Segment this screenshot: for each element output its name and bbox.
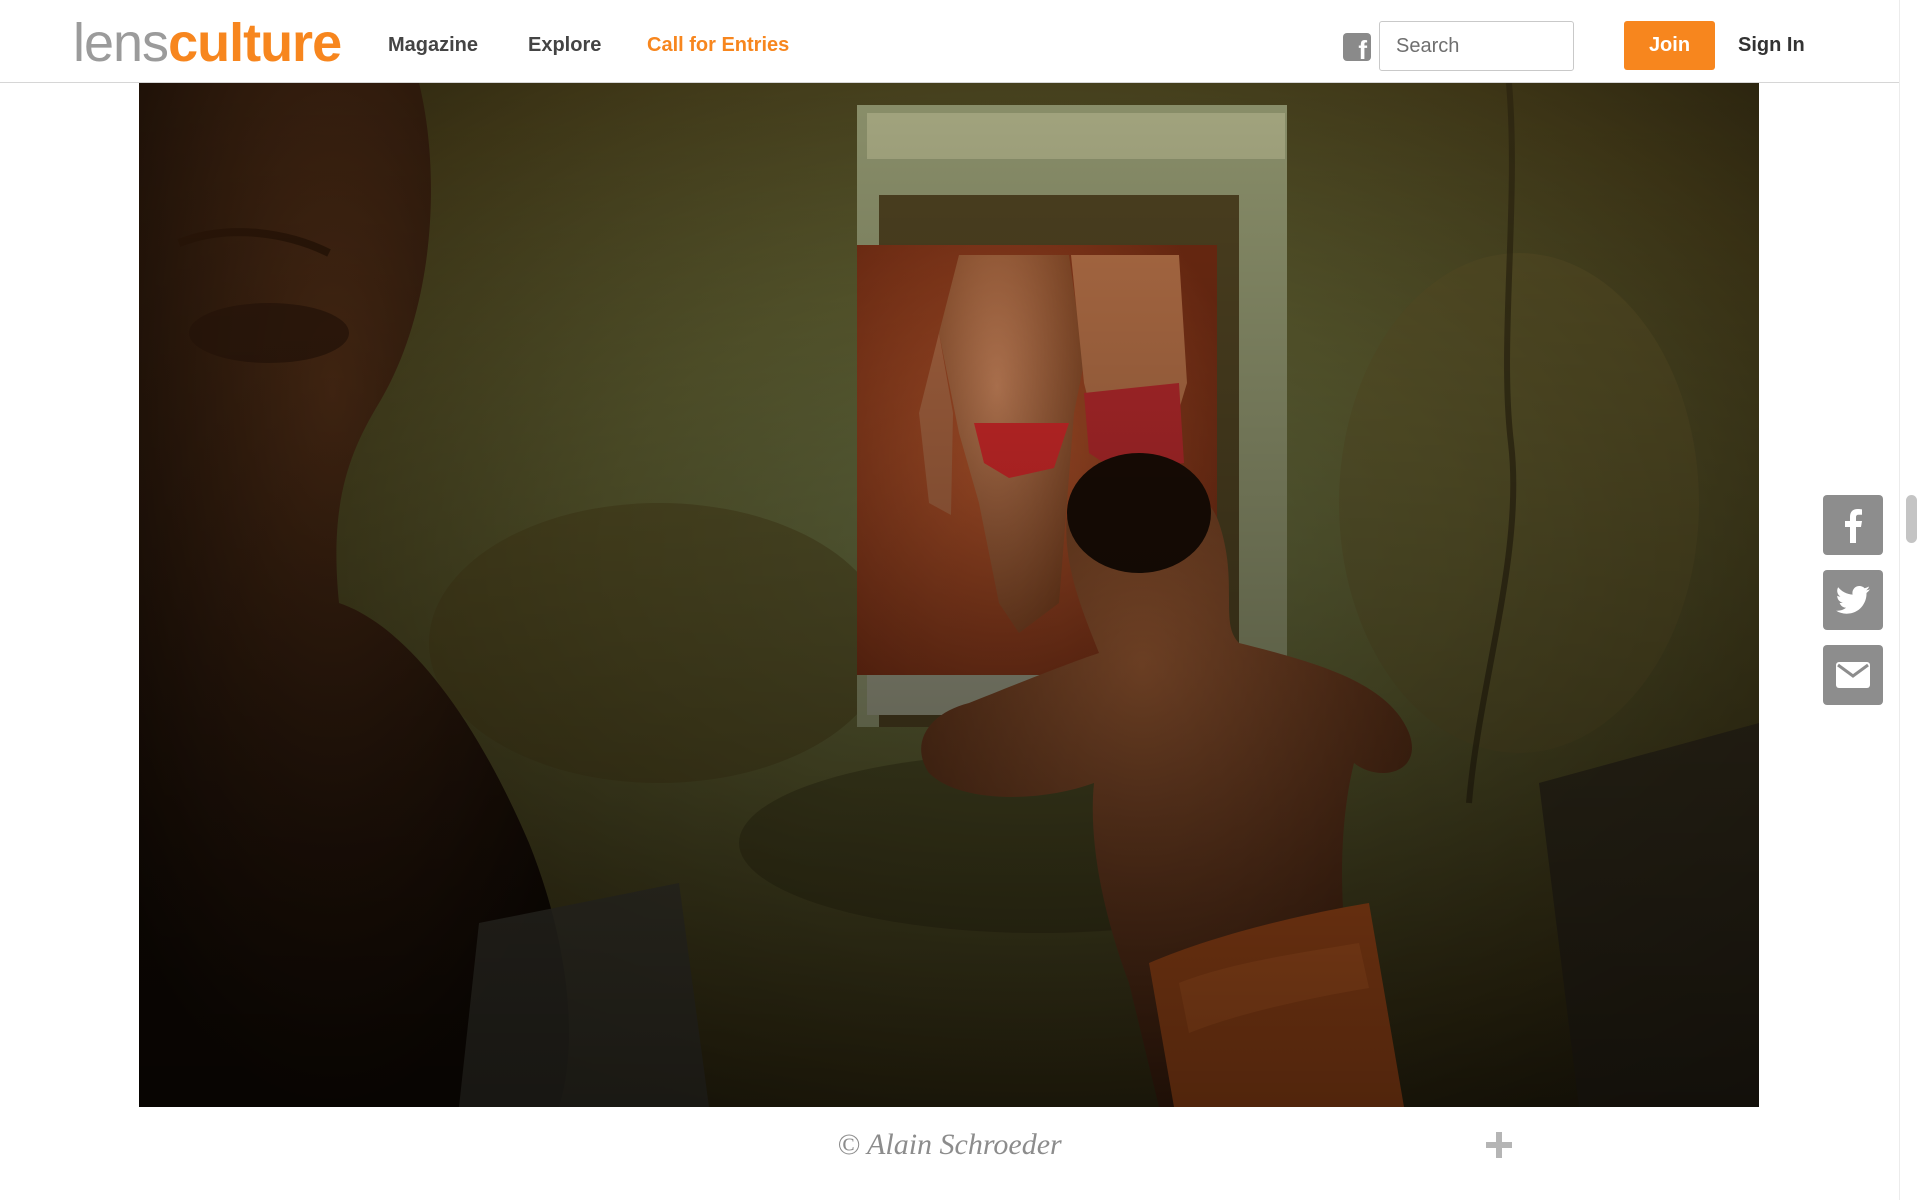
featured-photograph[interactable] [139,83,1759,1107]
photo-credit: © Alain Schroeder [837,1128,1062,1161]
nav-magazine[interactable]: Magazine [388,0,478,83]
search-input[interactable] [1379,21,1574,71]
logo-culture-text: culture [168,13,342,73]
facebook-square-icon[interactable]: f [1343,33,1371,64]
nav-call-for-entries[interactable]: Call for Entries [647,0,789,83]
twitter-icon [1836,586,1870,614]
share-twitter-button[interactable] [1823,570,1883,630]
facebook-icon [1845,509,1862,543]
email-icon [1836,662,1870,688]
sign-in-link[interactable]: Sign In [1738,0,1805,90]
lensculture-logo[interactable]: lensculture [73,10,342,76]
scrollbar-thumb[interactable] [1906,495,1917,543]
share-email-button[interactable] [1823,645,1883,705]
share-facebook-button[interactable] [1823,495,1883,555]
join-button[interactable]: Join [1624,21,1715,70]
page-scrollbar[interactable] [1899,0,1920,1200]
plus-icon[interactable] [1486,1132,1512,1158]
logo-lens-text: lens [73,13,169,73]
site-header: lensculture Magazine Explore Call for En… [0,0,1899,83]
nav-explore[interactable]: Explore [528,0,601,83]
